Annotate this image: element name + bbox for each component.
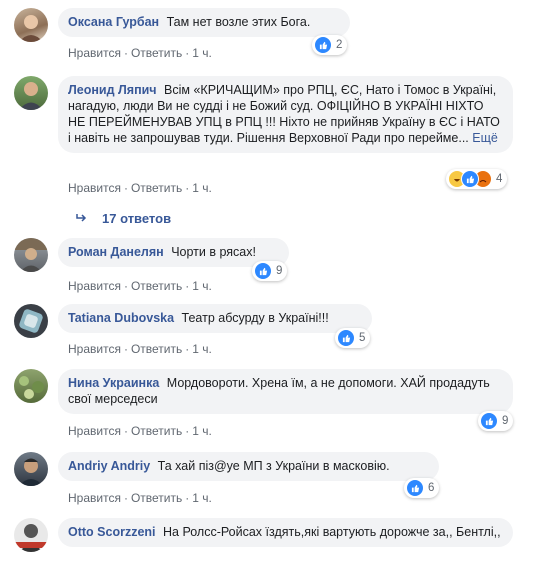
like-icon [406,479,424,497]
comment-actions: Нравится · Ответить · 1 ч. [68,181,212,195]
reply-arrow-icon [76,212,88,226]
avatar[interactable] [14,304,48,338]
like-button[interactable]: Нравится [68,181,121,195]
reply-button[interactable]: Ответить [131,424,182,438]
reaction-count[interactable]: 2 [312,35,348,55]
like-icon [314,36,332,54]
comment-author[interactable]: Otto Scorzzeni [68,525,156,539]
comment-author[interactable]: Tatiana Dubovska [68,311,174,325]
avatar[interactable] [14,452,48,486]
comment-bubble: Andriy Andriy Та хай піз@уе МП з України… [58,452,439,481]
avatar[interactable] [14,369,48,403]
like-icon [337,329,355,347]
reply-button[interactable]: Ответить [131,46,182,60]
comment-bubble: Оксана Гурбан Там нет возле этих Бога. [58,8,350,37]
comment-actions: Нравится · Ответить · 1 ч. [68,46,212,60]
avatar[interactable] [14,8,48,42]
comment-author[interactable]: Andriy Andriy [68,459,150,473]
like-icon [461,170,479,188]
avatar[interactable] [14,238,48,272]
comment-author[interactable]: Нина Украинка [68,376,159,390]
like-icon [254,262,272,280]
comment-bubble: Otto Scorzzeni На Ролсс-Ройсах їздять,як… [58,518,513,547]
comment-time[interactable]: 1 ч. [192,181,212,195]
comment-author[interactable]: Оксана Гурбан [68,15,159,29]
like-button[interactable]: Нравится [68,424,121,438]
reply-button[interactable]: Ответить [131,181,182,195]
comment-actions: Нравится · Ответить · 1 ч. [68,279,212,293]
reaction-count[interactable]: 4 [446,169,508,189]
reaction-count[interactable]: 6 [404,478,440,498]
reaction-count[interactable]: 5 [335,328,371,348]
comment-text: На Ролсс-Ройсах їздять,які вартують доро… [163,525,501,539]
comment-time[interactable]: 1 ч. [192,491,212,505]
comment-actions: Нравится · Ответить · 1 ч. [68,491,212,505]
reply-button[interactable]: Ответить [131,491,182,505]
view-replies-link[interactable]: 17 ответов [76,211,171,226]
like-button[interactable]: Нравится [68,46,121,60]
comment-bubble: Нина Украинка Мордовороти. Хрена їм, а н… [58,369,513,414]
comment-text: Чорти в рясах! [171,245,256,259]
comment-time[interactable]: 1 ч. [192,46,212,60]
like-button[interactable]: Нравится [68,279,121,293]
comment-time[interactable]: 1 ч. [192,279,212,293]
avatar[interactable] [14,518,48,552]
comment-text: Та хай піз@уе МП з України в масковію. [157,459,390,473]
avatar[interactable] [14,76,48,110]
like-button[interactable]: Нравится [68,342,121,356]
like-icon [480,412,498,430]
comment-time[interactable]: 1 ч. [192,424,212,438]
comment-bubble: Tatiana Dubovska Театр абсурду в Україні… [58,304,372,333]
comment-author[interactable]: Роман Данелян [68,245,164,259]
reply-button[interactable]: Ответить [131,279,182,293]
comment-actions: Нравится · Ответить · 1 ч. [68,342,212,356]
like-button[interactable]: Нравится [68,491,121,505]
reaction-count[interactable]: 9 [478,411,514,431]
reaction-count[interactable]: 9 [252,261,288,281]
reply-button[interactable]: Ответить [131,342,182,356]
see-more-link[interactable]: Ещё [472,131,498,145]
comment-text: Там нет возле этих Бога. [166,15,311,29]
comment-bubble: Леонид Ляпич Всім «КРИЧАЩИМ» про РПЦ, ЄС… [58,76,513,153]
comment-text: Театр абсурду в Україні!!! [181,311,329,325]
comment-author[interactable]: Леонид Ляпич [68,83,157,97]
comment-actions: Нравится · Ответить · 1 ч. [68,424,212,438]
comment-time[interactable]: 1 ч. [192,342,212,356]
